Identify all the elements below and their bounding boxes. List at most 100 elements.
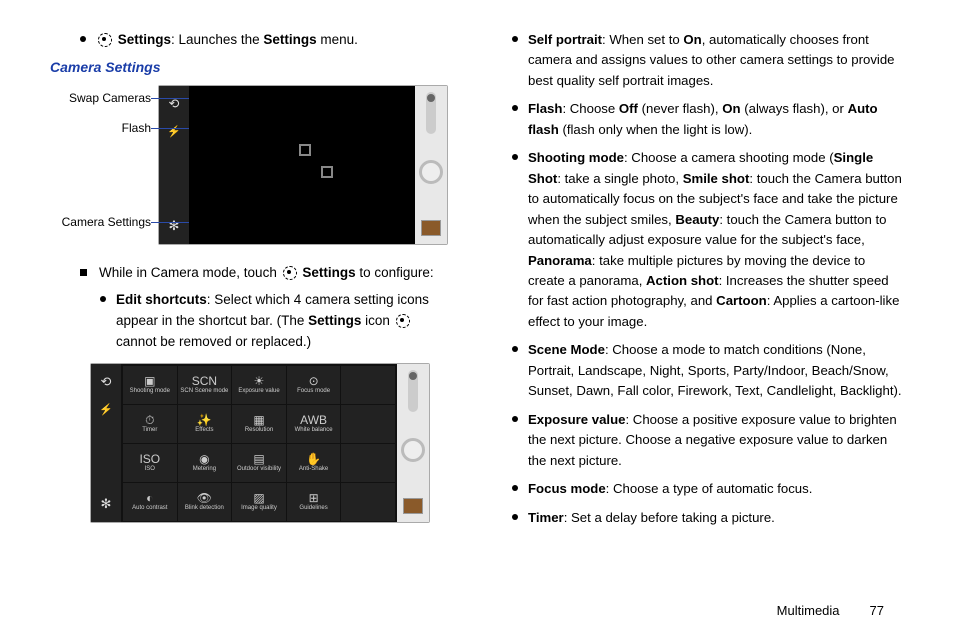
page-footer: Multimedia 77 <box>777 603 884 618</box>
setting-icon: ◐ <box>146 492 153 504</box>
setting-label: Resolution <box>245 427 273 433</box>
setting-label: Timer <box>142 427 157 433</box>
setting-label: Metering <box>193 466 216 472</box>
settings-grid-cell[interactable]: ◐Auto contrast <box>123 483 177 521</box>
phone-mock-settings-grid: ▣Shooting modeSCNSCN Scene mode☀Exposure… <box>90 363 430 523</box>
settings-grid-cell[interactable]: ✨Effects <box>178 405 232 443</box>
setting-label: Exposure value <box>238 388 279 394</box>
feature-text: Exposure value: Choose a positive exposu… <box>528 410 904 471</box>
setting-icon: ▦ <box>253 414 264 426</box>
setting-label: Image quality <box>241 505 277 511</box>
setting-label: Outdoor visibility <box>237 466 281 472</box>
settings-grid-cell <box>341 483 395 521</box>
settings-line-text: Settings: Launches the Settings menu. <box>96 30 358 51</box>
viewfinder <box>189 86 415 244</box>
setting-icon: SCN <box>192 375 217 387</box>
bullet-icon <box>100 296 106 302</box>
setting-icon: ▤ <box>253 453 264 465</box>
bullet-icon <box>512 416 518 422</box>
mode-toggle[interactable] <box>408 370 418 412</box>
focus-bracket-icon <box>321 166 333 178</box>
feature-text: Timer: Set a delay before taking a pictu… <box>528 508 775 528</box>
gear-icon <box>98 33 112 47</box>
flash-icon[interactable] <box>163 121 185 143</box>
feature-item: Focus mode: Choose a type of automatic f… <box>512 479 904 499</box>
setting-label: Auto contrast <box>132 505 167 511</box>
feature-text: Scene Mode: Choose a mode to match condi… <box>528 340 904 401</box>
settings-grid-cell[interactable]: ▣Shooting mode <box>123 366 177 404</box>
swap-cameras-icon[interactable] <box>163 93 185 115</box>
camera-settings-icon[interactable] <box>95 493 117 515</box>
footer-page-number: 77 <box>870 603 884 618</box>
feature-text: Focus mode: Choose a type of automatic f… <box>528 479 812 499</box>
settings-grid-cell[interactable]: ⊙Focus mode <box>287 366 341 404</box>
focus-bracket-icon <box>299 144 311 156</box>
feature-item: Timer: Set a delay before taking a pictu… <box>512 508 904 528</box>
setting-label: Focus mode <box>297 388 330 394</box>
settings-grid-cell[interactable]: ✋Anti-Shake <box>287 444 341 482</box>
settings-grid-cell[interactable]: ▨Image quality <box>232 483 286 521</box>
setting-icon: ✋ <box>306 453 321 465</box>
camera-right-bar <box>397 364 429 522</box>
feature-item: Self portrait: When set to On, automatic… <box>512 30 904 91</box>
bullet-icon <box>512 346 518 352</box>
setting-label: Anti-Shake <box>299 466 328 472</box>
feature-item: Scene Mode: Choose a mode to match condi… <box>512 340 904 401</box>
phone-mock-viewfinder <box>158 85 448 245</box>
shutter-button[interactable] <box>401 438 425 462</box>
shutter-button[interactable] <box>419 160 443 184</box>
settings-grid-cell <box>341 366 395 404</box>
bullet-icon <box>512 485 518 491</box>
setting-icon: ▨ <box>253 492 264 504</box>
setting-label: White balance <box>295 427 333 433</box>
settings-grid-cell[interactable]: ▦Resolution <box>232 405 286 443</box>
last-photo-thumbnail[interactable] <box>403 498 423 514</box>
gear-icon <box>283 266 297 280</box>
setting-icon: ✨ <box>197 414 212 426</box>
settings-grid-cell[interactable]: ☀Exposure value <box>232 366 286 404</box>
gear-icon <box>396 314 410 328</box>
settings-grid-cell[interactable]: ◉Metering <box>178 444 232 482</box>
settings-grid-cell[interactable]: AWBWhite balance <box>287 405 341 443</box>
mode-toggle[interactable] <box>426 92 436 134</box>
setting-icon: ISO <box>139 453 160 465</box>
bullet-icon <box>512 36 518 42</box>
last-photo-thumbnail[interactable] <box>421 220 441 236</box>
feature-list: Self portrait: When set to On, automatic… <box>498 30 904 616</box>
bullet-icon <box>512 105 518 111</box>
setting-label: SCN Scene mode <box>180 388 228 394</box>
feature-item: Shooting mode: Choose a camera shooting … <box>512 148 904 332</box>
settings-grid: ▣Shooting modeSCNSCN Scene mode☀Exposure… <box>121 364 397 522</box>
settings-launches-line: Settings: Launches the Settings menu. <box>80 30 448 51</box>
camera-viewfinder-figure: Swap Cameras Flash Camera Settings <box>50 85 448 245</box>
settings-grid-cell <box>341 405 395 443</box>
setting-label: Shooting mode <box>130 388 170 394</box>
settings-grid-cell[interactable]: ISOISO <box>123 444 177 482</box>
settings-grid-cell[interactable]: 👁Blink detection <box>178 483 232 521</box>
setting-icon: ◉ <box>199 453 209 465</box>
feature-item: Exposure value: Choose a positive exposu… <box>512 410 904 471</box>
settings-grid-cell[interactable]: ▤Outdoor visibility <box>232 444 286 482</box>
while-in-camera-line: While in Camera mode, touch Settings to … <box>80 263 448 284</box>
bullet-icon <box>512 514 518 520</box>
settings-grid-cell[interactable]: ⊞Guidelines <box>287 483 341 521</box>
camera-settings-icon[interactable] <box>163 215 185 237</box>
setting-icon: ⊞ <box>309 492 319 504</box>
callout-camera-settings: Camera Settings <box>62 215 151 229</box>
square-bullet-icon <box>80 269 87 276</box>
setting-icon: 👁 <box>197 492 212 504</box>
setting-icon: AWB <box>300 414 327 426</box>
feature-text: Flash: Choose Off (never flash), On (alw… <box>528 99 904 140</box>
settings-grid-cell[interactable]: ⏱Timer <box>123 405 177 443</box>
bullet-icon <box>512 154 518 160</box>
setting-icon: ⊙ <box>309 375 319 387</box>
callout-flash: Flash <box>122 121 151 135</box>
setting-label: Guidelines <box>299 505 327 511</box>
settings-grid-cell[interactable]: SCNSCN Scene mode <box>178 366 232 404</box>
callout-swap-cameras: Swap Cameras <box>69 91 151 105</box>
swap-cameras-icon[interactable] <box>95 371 117 393</box>
flash-icon[interactable] <box>95 399 117 421</box>
setting-label: ISO <box>145 466 155 472</box>
camera-shortcut-bar <box>91 364 121 522</box>
settings-strong: Settings <box>118 32 171 47</box>
